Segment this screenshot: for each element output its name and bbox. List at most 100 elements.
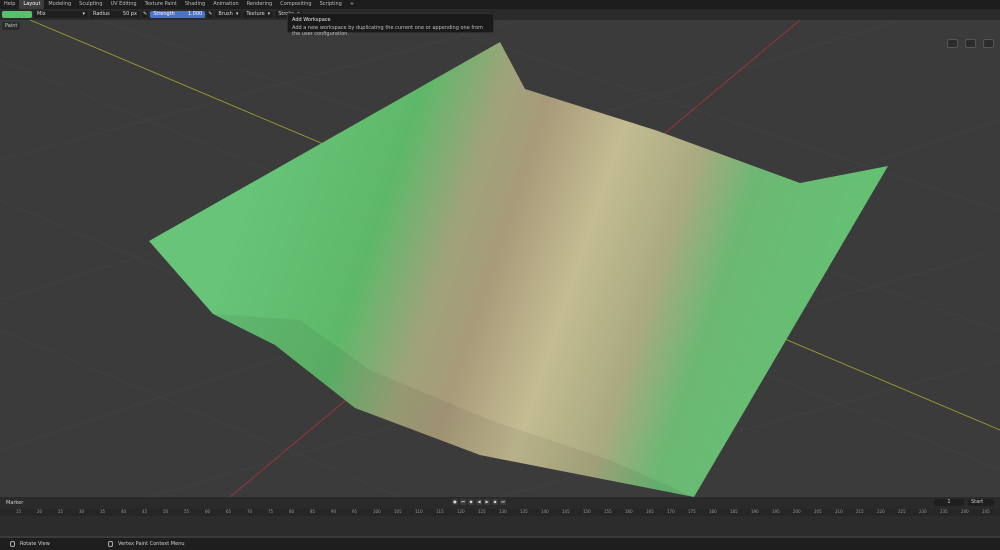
frame-tick-label: 140	[541, 509, 549, 514]
frame-tick-label: 240	[961, 509, 969, 514]
tool-settings-bar: Mix ▾ Radius 50 px ✎ Strength 1.000 ✎ Brush…	[0, 9, 1000, 20]
tab-shading[interactable]: Shading	[181, 0, 209, 9]
tab-sculpting[interactable]: Sculpting	[75, 0, 106, 9]
frame-tick-label: 120	[457, 509, 465, 514]
frame-tick-label: 55	[184, 509, 190, 514]
play-reverse-icon[interactable]: ◀	[476, 499, 482, 505]
frame-tick-label: 235	[940, 509, 948, 514]
frame-tick-label: 40	[121, 509, 127, 514]
viewport-scene	[0, 20, 1000, 497]
mode-label[interactable]: Paint	[2, 22, 21, 30]
frame-tick-label: 145	[562, 509, 570, 514]
frame-tick-label: 125	[478, 509, 486, 514]
texture-label: Texture	[246, 11, 265, 17]
mouse-right-icon	[108, 541, 113, 547]
xray-icon[interactable]	[965, 39, 976, 48]
viewport-gizmo-group	[947, 39, 994, 48]
play-icon[interactable]: ▶	[484, 499, 490, 505]
blend-mode-label: Mix	[37, 11, 46, 17]
frame-tick-label: 165	[646, 509, 654, 514]
frame-tick-label: 105	[394, 509, 402, 514]
jump-end-icon[interactable]: ⏭	[500, 499, 506, 505]
frame-tick-label: 180	[709, 509, 717, 514]
tab-texture-paint[interactable]: Texture Paint	[141, 0, 181, 9]
frame-ruler[interactable]: 15 20 25 30 35 40 45 50 55 60 65 70 75 80 85 90 95 100 105…	[0, 509, 1000, 516]
playback-controls: ● ⏮ ◆ ◀ ▶ ◆ ⏭	[452, 499, 506, 505]
frame-tick-label: 150	[583, 509, 591, 514]
tab-rendering[interactable]: Rendering	[243, 0, 277, 9]
jump-start-icon[interactable]: ⏮	[460, 499, 466, 505]
tab-layout[interactable]: Layout	[19, 0, 45, 9]
next-keyframe-icon[interactable]: ◆	[492, 499, 498, 505]
texture-menu[interactable]: Texture ▾	[243, 11, 274, 18]
overlay-icon[interactable]	[947, 39, 958, 48]
frame-tick-label: 205	[814, 509, 822, 514]
tab-scripting[interactable]: Scripting	[316, 0, 346, 9]
frame-tick-label: 225	[898, 509, 906, 514]
3d-viewport[interactable]: Paint	[0, 20, 1000, 497]
frame-tick-label: 230	[919, 509, 927, 514]
frame-tick-label: 50	[163, 509, 169, 514]
strength-field[interactable]: Strength 1.000	[150, 11, 206, 18]
start-frame-field[interactable]: Start	[968, 499, 994, 506]
frame-tick-label: 25	[58, 509, 64, 514]
radius-value: 50 px	[122, 11, 137, 17]
radius-label: Radius	[93, 11, 110, 17]
shading-icon[interactable]	[983, 39, 994, 48]
frame-tick-label: 90	[331, 509, 337, 514]
tab-animation[interactable]: Animation	[209, 0, 243, 9]
workspace-topbar: Help Layout Modeling Sculpting UV Editin…	[0, 0, 1000, 9]
current-frame-field[interactable]: 1	[934, 499, 964, 506]
frame-tick-label: 130	[499, 509, 507, 514]
frame-tick-label: 210	[835, 509, 843, 514]
tooltip-description: Add a new workspace by duplicating the c…	[292, 25, 484, 37]
frame-tick-label: 80	[289, 509, 295, 514]
frame-tick-label: 30	[79, 509, 85, 514]
status-rotate-view: Rotate View	[20, 541, 50, 547]
frame-tick-label: 60	[205, 509, 211, 514]
frame-tick-label: 70	[247, 509, 253, 514]
strength-value: 1.000	[187, 11, 203, 17]
frame-tick-label: 185	[730, 509, 738, 514]
frame-tick-label: 190	[751, 509, 759, 514]
frame-tick-label: 215	[856, 509, 864, 514]
radius-field[interactable]: Radius 50 px	[90, 11, 140, 18]
tab-uv-editing[interactable]: UV Editing	[107, 0, 141, 9]
frame-tick-label: 155	[604, 509, 612, 514]
tooltip-title: Add Workspace	[292, 17, 331, 23]
tab-compositing[interactable]: Compositing	[276, 0, 315, 9]
add-workspace-tooltip: Add Workspace Add a new workspace by dup…	[287, 13, 494, 37]
status-context-menu: Vertex Paint Context Menu	[118, 541, 185, 547]
frame-tick-label: 45	[142, 509, 148, 514]
prev-keyframe-icon[interactable]: ◆	[468, 499, 474, 505]
frame-tick-label: 200	[793, 509, 801, 514]
frame-tick-label: 75	[268, 509, 274, 514]
frame-tick-label: 175	[688, 509, 696, 514]
brush-menu[interactable]: Brush ▾	[215, 11, 242, 18]
menu-help[interactable]: Help	[0, 0, 19, 9]
frame-tick-label: 110	[415, 509, 423, 514]
add-workspace-button[interactable]: +	[346, 0, 358, 9]
frame-tick-label: 245	[982, 509, 990, 514]
mouse-icon	[10, 541, 15, 547]
strength-pressure-icon[interactable]: ✎	[207, 11, 214, 18]
frame-tick-label: 15	[16, 509, 22, 514]
paint-color-swatch[interactable]	[2, 11, 32, 18]
frame-tick-label: 135	[520, 509, 528, 514]
tab-modeling[interactable]: Modeling	[44, 0, 75, 9]
pen-pressure-icon[interactable]: ✎	[142, 11, 149, 18]
frame-tick-label: 65	[226, 509, 232, 514]
frame-tick-label: 220	[877, 509, 885, 514]
record-button[interactable]: ●	[452, 499, 458, 505]
frame-tick-label: 115	[436, 509, 444, 514]
marker-menu[interactable]: Marker	[6, 500, 23, 506]
timeline-track[interactable]	[0, 516, 1000, 536]
frame-tick-label: 100	[373, 509, 381, 514]
blend-mode-select[interactable]: Mix ▾	[34, 11, 88, 18]
terrain-mesh[interactable]	[149, 42, 888, 497]
frame-tick-label: 20	[37, 509, 43, 514]
frame-tick-label: 85	[310, 509, 316, 514]
frame-tick-label: 35	[100, 509, 106, 514]
strength-label: Strength	[153, 11, 175, 17]
brush-label: Brush	[218, 11, 233, 17]
